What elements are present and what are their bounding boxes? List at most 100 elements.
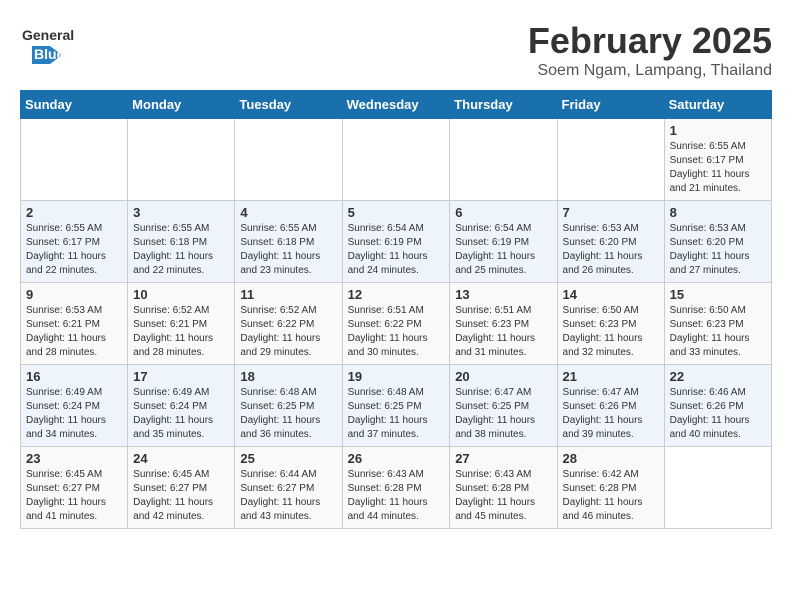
calendar-cell: 9 Sunrise: 6:53 AM Sunset: 6:21 PM Daylig… <box>21 283 128 365</box>
day-number: 13 <box>455 287 551 302</box>
day-header-thursday: Thursday <box>450 91 557 119</box>
day-number: 25 <box>240 451 336 466</box>
day-number: 5 <box>348 205 445 220</box>
calendar-cell: 23 Sunrise: 6:45 AM Sunset: 6:27 PM Dayli… <box>21 447 128 529</box>
day-number: 27 <box>455 451 551 466</box>
day-info: Sunrise: 6:50 AM Sunset: 6:23 PM Dayligh… <box>563 304 659 360</box>
day-number: 12 <box>348 287 445 302</box>
calendar-cell <box>21 119 128 201</box>
day-number: 1 <box>670 123 766 138</box>
day-number: 2 <box>26 205 122 220</box>
calendar-week-row: 23 Sunrise: 6:45 AM Sunset: 6:27 PM Dayli… <box>21 447 772 529</box>
calendar-cell: 20 Sunrise: 6:47 AM Sunset: 6:25 PM Dayli… <box>450 365 557 447</box>
calendar-cell: 13 Sunrise: 6:51 AM Sunset: 6:23 PM Dayli… <box>450 283 557 365</box>
calendar-cell: 8 Sunrise: 6:53 AM Sunset: 6:20 PM Daylig… <box>664 201 771 283</box>
logo-icon: General Blue <box>20 20 90 70</box>
logo: General Blue <box>20 20 90 75</box>
day-header-sunday: Sunday <box>21 91 128 119</box>
day-info: Sunrise: 6:43 AM Sunset: 6:28 PM Dayligh… <box>348 468 445 524</box>
calendar-cell: 22 Sunrise: 6:46 AM Sunset: 6:26 PM Dayli… <box>664 365 771 447</box>
day-number: 28 <box>563 451 659 466</box>
page-header: General Blue February 2025 Soem Ngam, La… <box>20 20 772 80</box>
day-number: 21 <box>563 369 659 384</box>
day-number: 17 <box>133 369 229 384</box>
calendar-cell <box>342 119 450 201</box>
day-number: 20 <box>455 369 551 384</box>
day-info: Sunrise: 6:50 AM Sunset: 6:23 PM Dayligh… <box>670 304 766 360</box>
day-number: 10 <box>133 287 229 302</box>
day-number: 3 <box>133 205 229 220</box>
day-info: Sunrise: 6:51 AM Sunset: 6:23 PM Dayligh… <box>455 304 551 360</box>
svg-text:Blue: Blue <box>34 46 65 62</box>
day-number: 7 <box>563 205 659 220</box>
day-info: Sunrise: 6:53 AM Sunset: 6:21 PM Dayligh… <box>26 304 122 360</box>
day-number: 4 <box>240 205 336 220</box>
calendar-cell: 17 Sunrise: 6:49 AM Sunset: 6:24 PM Dayli… <box>128 365 235 447</box>
calendar-cell: 24 Sunrise: 6:45 AM Sunset: 6:27 PM Dayli… <box>128 447 235 529</box>
calendar-week-row: 1 Sunrise: 6:55 AM Sunset: 6:17 PM Daylig… <box>21 119 772 201</box>
day-info: Sunrise: 6:43 AM Sunset: 6:28 PM Dayligh… <box>455 468 551 524</box>
day-info: Sunrise: 6:55 AM Sunset: 6:17 PM Dayligh… <box>26 222 122 278</box>
day-info: Sunrise: 6:45 AM Sunset: 6:27 PM Dayligh… <box>133 468 229 524</box>
day-info: Sunrise: 6:42 AM Sunset: 6:28 PM Dayligh… <box>563 468 659 524</box>
day-number: 23 <box>26 451 122 466</box>
day-number: 14 <box>563 287 659 302</box>
day-info: Sunrise: 6:54 AM Sunset: 6:19 PM Dayligh… <box>455 222 551 278</box>
day-info: Sunrise: 6:44 AM Sunset: 6:27 PM Dayligh… <box>240 468 336 524</box>
calendar-cell: 4 Sunrise: 6:55 AM Sunset: 6:18 PM Daylig… <box>235 201 342 283</box>
calendar-week-row: 9 Sunrise: 6:53 AM Sunset: 6:21 PM Daylig… <box>21 283 772 365</box>
calendar-cell: 26 Sunrise: 6:43 AM Sunset: 6:28 PM Dayli… <box>342 447 450 529</box>
day-info: Sunrise: 6:54 AM Sunset: 6:19 PM Dayligh… <box>348 222 445 278</box>
calendar-cell: 16Sunrise: 6:49 AM Sunset: 6:24 PM Dayli… <box>21 365 128 447</box>
day-header-friday: Friday <box>557 91 664 119</box>
calendar-week-row: 16 Sunrise: 6:49 AM Sunset: 6:24 PM Dayli… <box>21 365 772 447</box>
day-info: Sunrise: 6:51 AM Sunset: 6:22 PM Dayligh… <box>348 304 445 360</box>
calendar-cell <box>128 119 235 201</box>
calendar-cell <box>450 119 557 201</box>
day-number: 9 <box>26 287 122 302</box>
day-number: 8 <box>670 205 766 220</box>
day-info: Sunrise: 6:48 AM Sunset: 6:25 PM Dayligh… <box>240 386 336 442</box>
calendar-cell: 2 Sunrise: 6:55 AM Sunset: 6:17 PM Daylig… <box>21 201 128 283</box>
calendar-header-row: SundayMondayTuesdayWednesdayThursdayFrid… <box>21 91 772 119</box>
month-title: February 2025 <box>528 20 772 62</box>
day-info: Sunrise: 6:45 AM Sunset: 6:27 PM Dayligh… <box>26 468 122 524</box>
day-info: Sunrise: 6:55 AM Sunset: 6:18 PM Dayligh… <box>240 222 336 278</box>
calendar-cell: 11 Sunrise: 6:52 AM Sunset: 6:22 PM Dayli… <box>235 283 342 365</box>
calendar-cell: 3Sunrise: 6:55 AM Sunset: 6:18 PM Daylig… <box>128 201 235 283</box>
day-number: 26 <box>348 451 445 466</box>
day-header-monday: Monday <box>128 91 235 119</box>
day-header-wednesday: Wednesday <box>342 91 450 119</box>
calendar-cell: 25 Sunrise: 6:44 AM Sunset: 6:27 PM Dayli… <box>235 447 342 529</box>
day-number: 24 <box>133 451 229 466</box>
day-info: Sunrise: 6:52 AM Sunset: 6:21 PM Dayligh… <box>133 304 229 360</box>
day-info: Sunrise: 6:53 AM Sunset: 6:20 PM Dayligh… <box>670 222 766 278</box>
day-info: Sunrise: 6:47 AM Sunset: 6:25 PM Dayligh… <box>455 386 551 442</box>
calendar-cell: 27 Sunrise: 6:43 AM Sunset: 6:28 PM Dayli… <box>450 447 557 529</box>
calendar-cell: 7 Sunrise: 6:53 AM Sunset: 6:20 PM Daylig… <box>557 201 664 283</box>
location-title: Soem Ngam, Lampang, Thailand <box>528 62 772 80</box>
day-number: 22 <box>670 369 766 384</box>
day-number: 16 <box>26 369 122 384</box>
calendar-cell: 6 Sunrise: 6:54 AM Sunset: 6:19 PM Daylig… <box>450 201 557 283</box>
day-info: Sunrise: 6:46 AM Sunset: 6:26 PM Dayligh… <box>670 386 766 442</box>
day-info: Sunrise: 6:49 AM Sunset: 6:24 PM Dayligh… <box>133 386 229 442</box>
day-number: 19 <box>348 369 445 384</box>
day-info: Sunrise: 6:52 AM Sunset: 6:22 PM Dayligh… <box>240 304 336 360</box>
day-info: Sunrise: 6:53 AM Sunset: 6:20 PM Dayligh… <box>563 222 659 278</box>
day-number: 11 <box>240 287 336 302</box>
svg-text:General: General <box>22 27 74 43</box>
calendar-cell: 19 Sunrise: 6:48 AM Sunset: 6:25 PM Dayli… <box>342 365 450 447</box>
calendar-cell: 18Sunrise: 6:48 AM Sunset: 6:25 PM Dayli… <box>235 365 342 447</box>
day-header-saturday: Saturday <box>664 91 771 119</box>
calendar-cell: 5 Sunrise: 6:54 AM Sunset: 6:19 PM Daylig… <box>342 201 450 283</box>
calendar-cell: 12 Sunrise: 6:51 AM Sunset: 6:22 PM Dayli… <box>342 283 450 365</box>
calendar-cell: 28 Sunrise: 6:42 AM Sunset: 6:28 PM Dayli… <box>557 447 664 529</box>
calendar-cell: 15Sunrise: 6:50 AM Sunset: 6:23 PM Dayli… <box>664 283 771 365</box>
day-info: Sunrise: 6:48 AM Sunset: 6:25 PM Dayligh… <box>348 386 445 442</box>
calendar-cell: 10 Sunrise: 6:52 AM Sunset: 6:21 PM Dayli… <box>128 283 235 365</box>
day-header-tuesday: Tuesday <box>235 91 342 119</box>
day-number: 6 <box>455 205 551 220</box>
calendar-cell <box>235 119 342 201</box>
day-info: Sunrise: 6:55 AM Sunset: 6:17 PM Dayligh… <box>670 140 766 196</box>
